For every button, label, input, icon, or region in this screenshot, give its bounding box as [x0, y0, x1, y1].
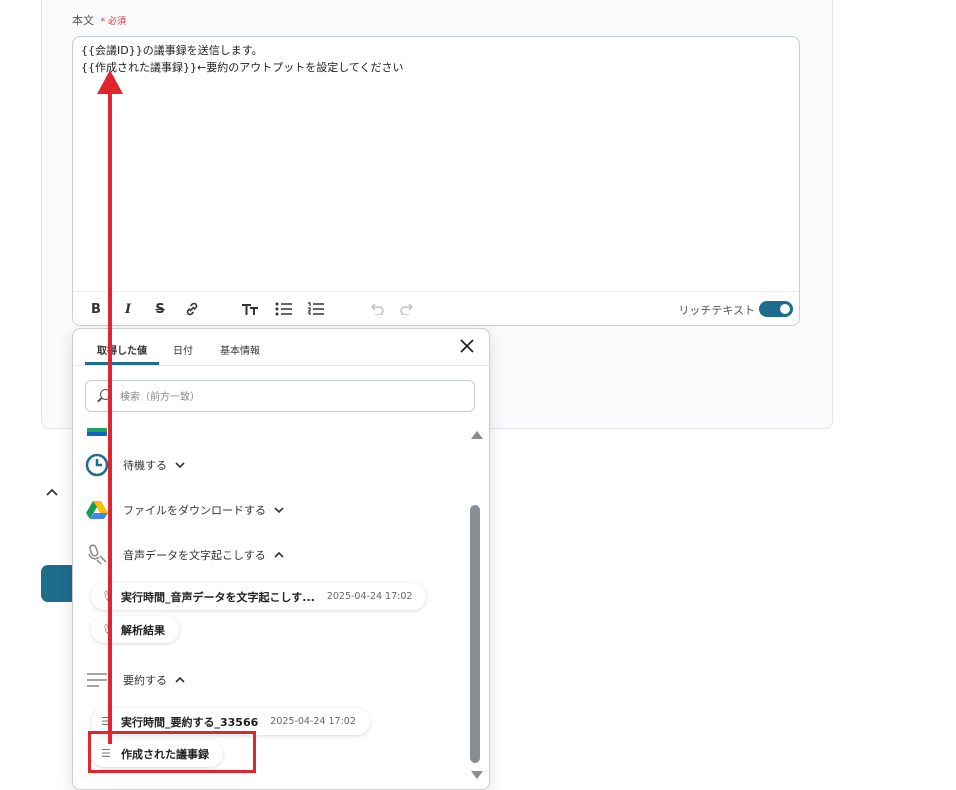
- field-label-text: 本文: [72, 14, 94, 27]
- chevron-up-icon[interactable]: [46, 484, 58, 500]
- scrollbar[interactable]: [470, 429, 483, 789]
- undo-icon[interactable]: [367, 300, 385, 318]
- annotation-arrow-line: [108, 92, 112, 744]
- value-picker-popup: 取得した値 日付 基本情報 待機する ファイルをダウンロードする: [72, 328, 490, 790]
- bold-button[interactable]: B: [87, 300, 105, 318]
- microphone-icon: [85, 543, 109, 567]
- chevron-down-icon: [274, 505, 284, 516]
- chip-title: 解析結果: [121, 623, 165, 637]
- value-chip-transcribe-time[interactable]: 🎙 実行時間_音声データを文字起こしす... 2025-04-24 17:02: [91, 583, 427, 610]
- section-label: ファイルをダウンロードする: [123, 504, 266, 517]
- chip-date: 2025-04-24 17:02: [270, 716, 356, 727]
- editor-content[interactable]: {{会議ID}}の議事録を送信します。 {{作成された議事録}}←要約のアウトプ…: [81, 42, 404, 76]
- search-field[interactable]: [85, 380, 475, 412]
- editor-line: {{会議ID}}の議事録を送信します。: [81, 44, 263, 57]
- lines-icon: [85, 668, 109, 692]
- section-wait[interactable]: 待機する: [85, 453, 185, 477]
- search-input[interactable]: [118, 387, 462, 407]
- section-transcribe[interactable]: 音声データを文字起こしする: [85, 543, 284, 567]
- sheets-icon: [87, 421, 107, 436]
- section-label: 要約する: [123, 674, 167, 687]
- bullet-list-icon[interactable]: [275, 300, 293, 318]
- chevron-up-icon: [175, 675, 185, 686]
- tab-date[interactable]: 日付: [173, 342, 193, 357]
- body-editor[interactable]: {{会議ID}}の議事録を送信します。 {{作成された議事録}}←要約のアウトプ…: [72, 36, 800, 326]
- section-label: 音声データを文字起こしする: [123, 549, 266, 562]
- scrollbar-thumb[interactable]: [470, 505, 480, 763]
- text-size-icon[interactable]: [241, 300, 259, 318]
- field-label: 本文 * 必須: [72, 12, 126, 28]
- popup-tabs: 取得した値 日付 基本情報: [73, 329, 489, 366]
- scroll-down-icon[interactable]: [471, 771, 483, 779]
- rich-text-label: リッチテキスト: [678, 304, 755, 317]
- numbered-list-icon[interactable]: [307, 300, 325, 318]
- tab-acquired-values[interactable]: 取得した値: [97, 342, 147, 357]
- chip-title: 実行時間_音声データを文字起こしす...: [121, 590, 315, 604]
- chevron-down-icon: [175, 460, 185, 471]
- clock-icon: [85, 453, 109, 477]
- chip-date: 2025-04-24 17:02: [326, 591, 413, 602]
- section-label: 待機する: [123, 459, 167, 472]
- section-summarize[interactable]: 要約する: [85, 668, 185, 692]
- link-icon[interactable]: [183, 300, 201, 318]
- rich-text-toggle[interactable]: [759, 301, 793, 317]
- active-tab-indicator: [85, 362, 159, 365]
- annotation-arrow-head: [97, 70, 123, 94]
- tab-basic-info[interactable]: 基本情報: [220, 342, 260, 357]
- strikethrough-button[interactable]: S: [151, 300, 169, 318]
- chip-title: 実行時間_要約する_33566: [121, 715, 259, 729]
- editor-toolbar: B I S リッチテキスト: [73, 291, 799, 325]
- section-download-file[interactable]: ファイルをダウンロードする: [85, 498, 284, 522]
- annotation-highlight-box: [88, 731, 256, 773]
- close-icon[interactable]: [455, 337, 479, 361]
- italic-button[interactable]: I: [119, 300, 137, 318]
- redo-icon[interactable]: [399, 300, 417, 318]
- editor-line: {{作成された議事録}}←要約のアウトプットを設定してください: [81, 61, 404, 74]
- value-chip-analysis-result[interactable]: 🎙 解析結果: [91, 616, 179, 643]
- chevron-up-icon: [274, 550, 284, 561]
- scroll-up-icon[interactable]: [471, 431, 483, 439]
- required-indicator: * 必須: [100, 17, 126, 27]
- google-drive-icon: [85, 498, 109, 522]
